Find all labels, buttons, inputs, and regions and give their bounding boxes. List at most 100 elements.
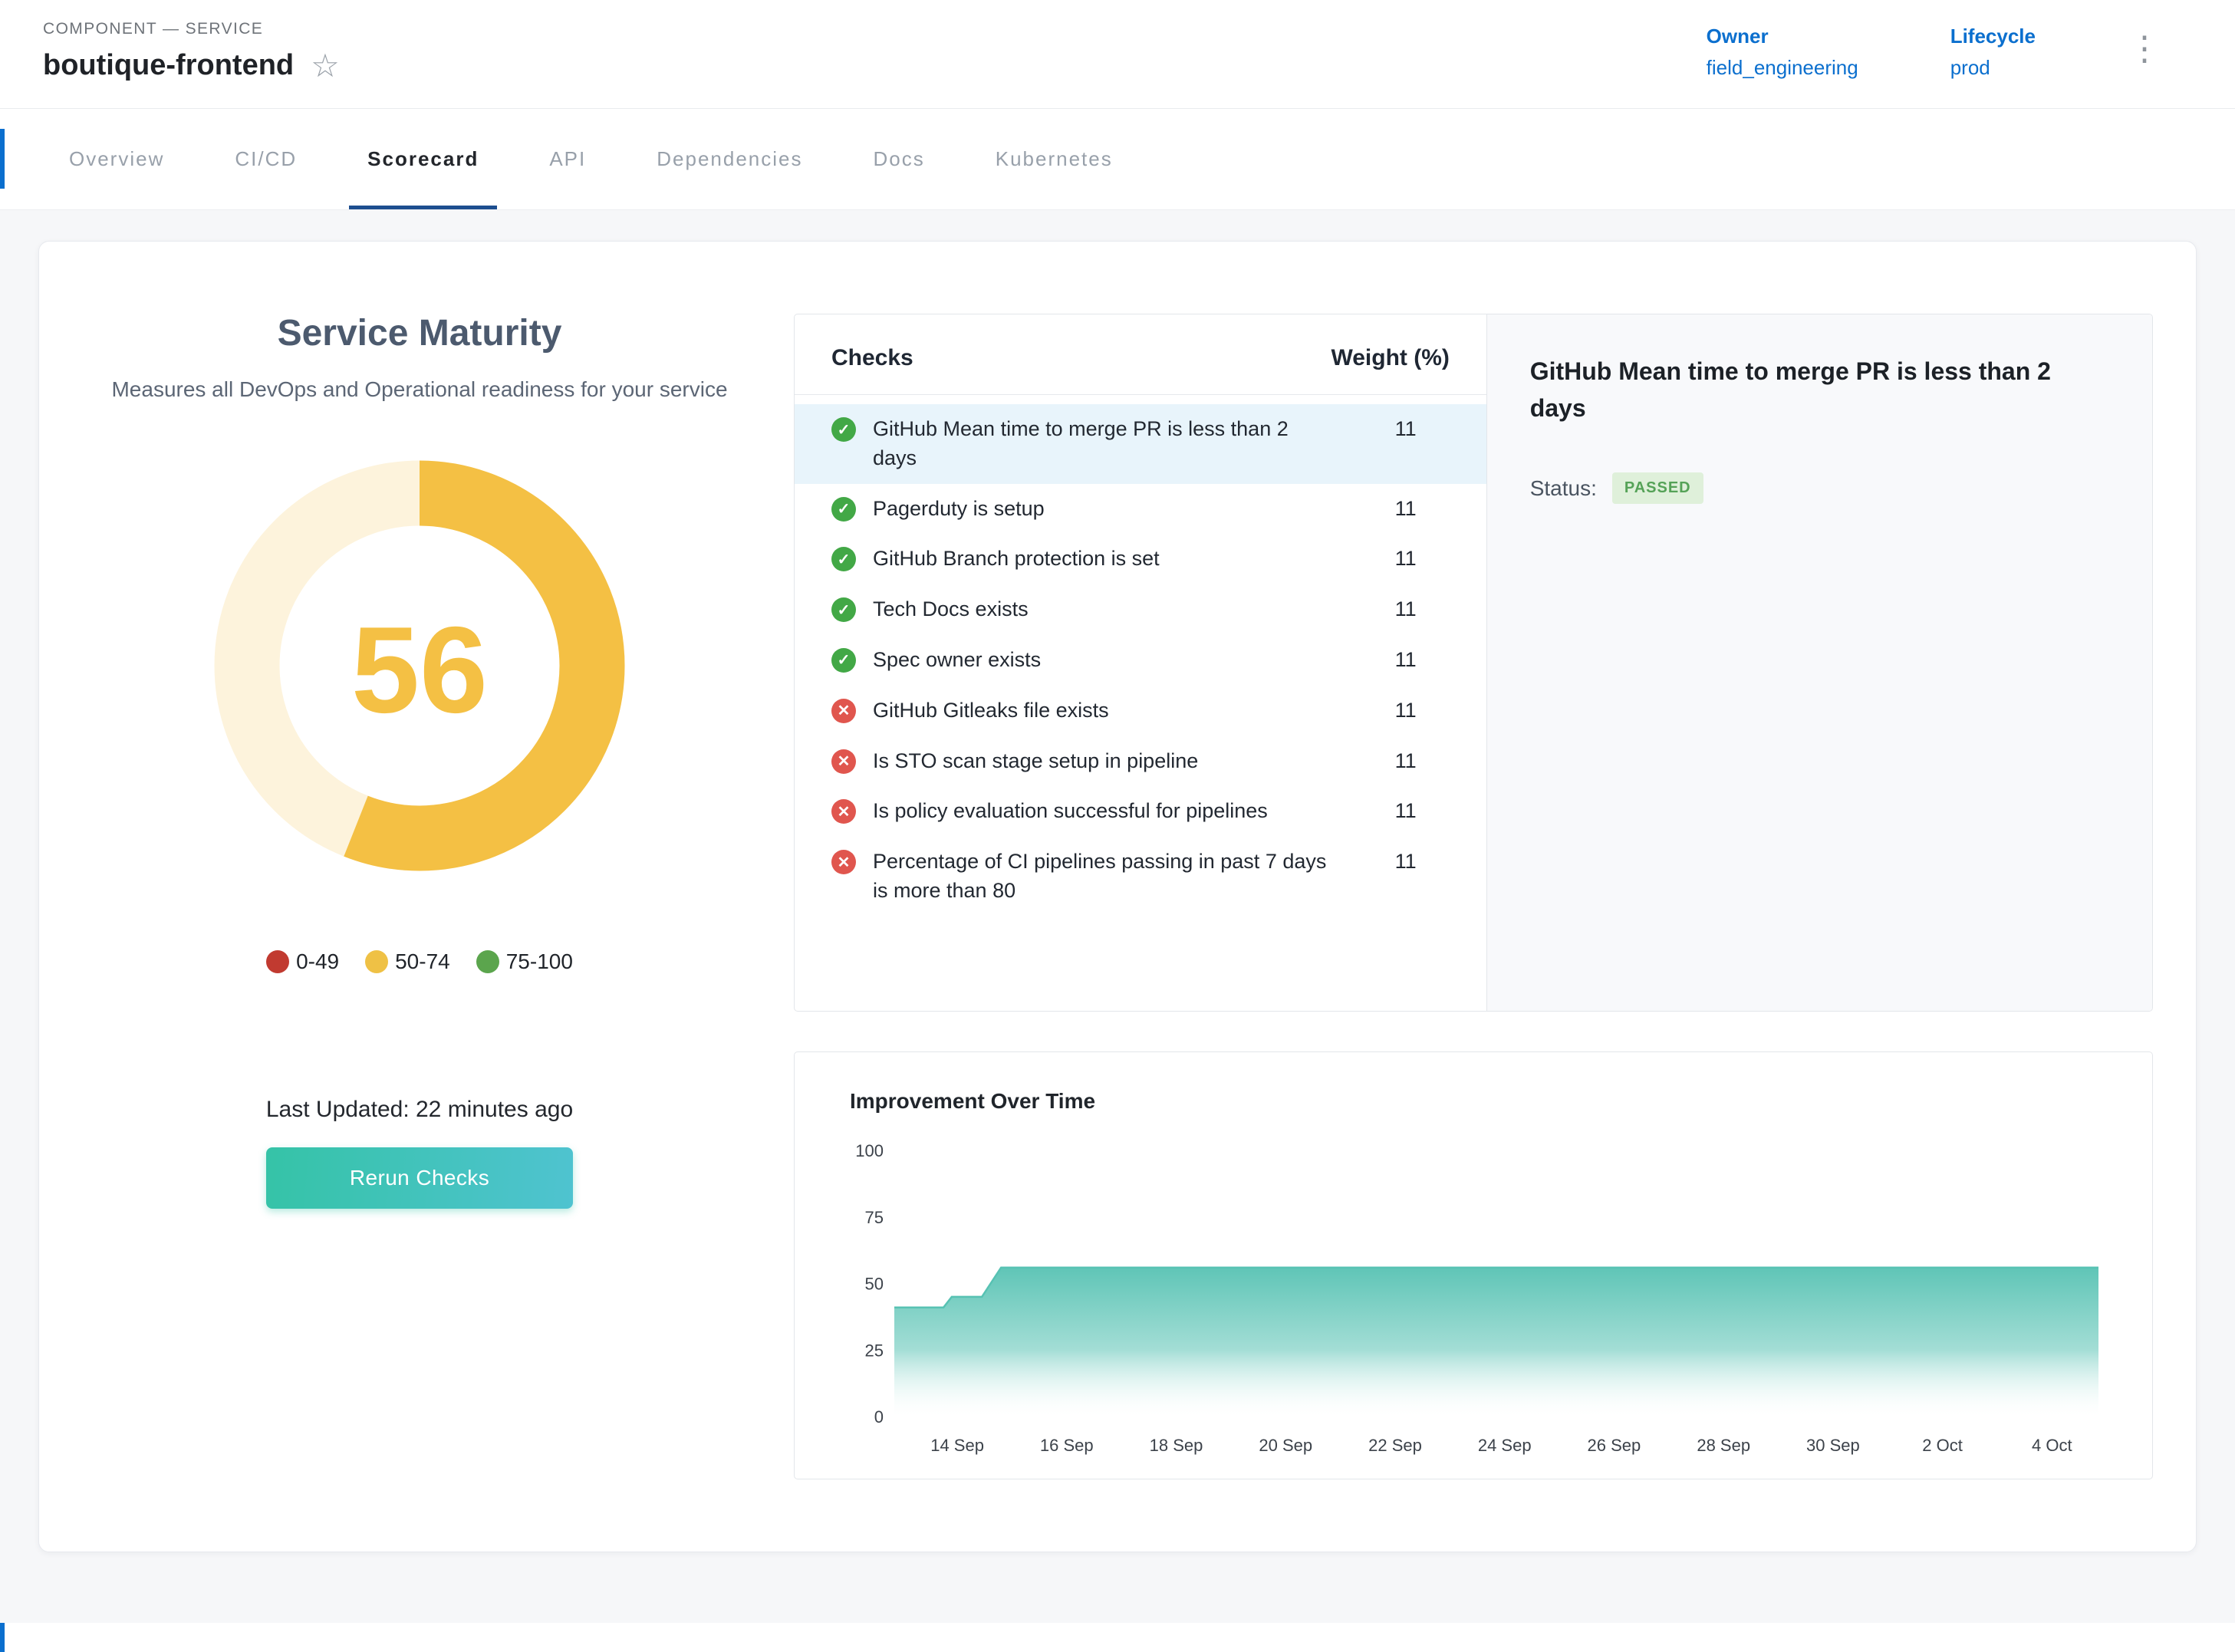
y-axis-label: 75 [865, 1208, 884, 1227]
legend-label: 75-100 [506, 949, 573, 974]
check-detail-panel: GitHub Mean time to merge PR is less tha… [1487, 314, 2152, 1011]
kebab-menu-icon[interactable]: ⋮ [2128, 32, 2161, 66]
check-label: Tech Docs exists [873, 595, 1348, 624]
check-weight: 11 [1348, 847, 1463, 874]
checks-header-label: Checks [831, 345, 913, 371]
check-failed-icon: ✕ [831, 699, 856, 723]
legend-dot [476, 950, 499, 973]
check-weight: 11 [1348, 646, 1463, 672]
maturity-donut-chart: 56 [209, 455, 630, 877]
legend-dot [365, 950, 388, 973]
x-axis-label: 14 Sep [930, 1436, 984, 1455]
score-legend: 0-49 50-74 75-100 [266, 949, 573, 974]
improvement-chart-title: Improvement Over Time [850, 1089, 2121, 1114]
check-row[interactable]: ✓Spec owner exists11 [795, 635, 1486, 686]
footer-strip [0, 1623, 2235, 1652]
check-passed-icon: ✓ [831, 417, 856, 442]
tab-kubernetes[interactable]: Kubernetes [960, 109, 1148, 209]
lifecycle-label[interactable]: Lifecycle [1950, 25, 2036, 48]
x-axis-label: 2 Oct [1922, 1436, 1963, 1455]
tab-api[interactable]: API [514, 109, 621, 209]
tab-dependencies[interactable]: Dependencies [621, 109, 838, 209]
check-weight: 11 [1348, 495, 1463, 521]
x-axis-label: 28 Sep [1697, 1436, 1750, 1455]
check-label: Is policy evaluation successful for pipe… [873, 797, 1348, 826]
score-area [894, 1268, 2098, 1417]
tab-overview[interactable]: Overview [34, 109, 199, 209]
x-axis-label: 20 Sep [1259, 1436, 1312, 1455]
tab-docs[interactable]: Docs [838, 109, 960, 209]
lifecycle-value[interactable]: prod [1950, 56, 2036, 80]
tab-ci-cd[interactable]: CI/CD [199, 109, 332, 209]
checks-section: Checks Weight (%) ✓ GitHub Mean time to m… [794, 288, 2153, 1506]
entity-kind-kicker: COMPONENT — SERVICE [43, 20, 340, 38]
check-failed-icon: ✕ [831, 749, 856, 774]
check-row[interactable]: ✕GitHub Gitleaks file exists11 [795, 686, 1486, 736]
check-label: Percentage of CI pipelines passing in pa… [873, 847, 1348, 906]
owner-value-link[interactable]: field_engineering [1707, 56, 1858, 80]
legend-label: 0-49 [296, 949, 339, 974]
check-weight: 11 [1348, 415, 1463, 441]
check-weight: 11 [1348, 797, 1463, 823]
tab-scorecard[interactable]: Scorecard [332, 109, 514, 209]
check-passed-icon: ✓ [831, 547, 856, 571]
check-label: GitHub Mean time to merge PR is less tha… [873, 415, 1348, 473]
legend-item-75-100: 75-100 [476, 949, 573, 974]
x-axis-label: 16 Sep [1040, 1436, 1094, 1455]
check-row[interactable]: ✓ GitHub Branch protection is set11 [795, 534, 1486, 584]
footer-accent [0, 1623, 5, 1652]
y-axis-label: 25 [865, 1341, 884, 1360]
scorecard-card: Service Maturity Measures all DevOps and… [38, 241, 2197, 1552]
check-failed-icon: ✕ [831, 850, 856, 874]
owner-block: Owner field_engineering [1707, 25, 1858, 80]
checks-table-header: Checks Weight (%) [795, 314, 1486, 395]
status-label: Status: [1530, 476, 1597, 501]
legend-label: 50-74 [395, 949, 450, 974]
check-label: GitHub Gitleaks file exists [873, 696, 1348, 726]
entity-header-left: COMPONENT — SERVICE boutique-frontend ☆ [43, 14, 340, 108]
legend-item-50-74: 50-74 [365, 949, 450, 974]
scorecard-subtitle: Measures all DevOps and Operational read… [111, 374, 727, 406]
tab-bar-accent [0, 129, 5, 189]
improvement-chart-panel: Improvement Over Time 025507510014 Sep16… [794, 1051, 2153, 1479]
check-passed-icon: ✓ [831, 497, 856, 522]
check-label: Spec owner exists [873, 646, 1348, 675]
check-weight: 11 [1348, 747, 1463, 773]
check-status-row: Status: PASSED [1530, 472, 2109, 504]
check-label: GitHub Branch protection is set [873, 545, 1348, 574]
x-axis-label: 22 Sep [1368, 1436, 1422, 1455]
tab-list: OverviewCI/CDScorecardAPIDependenciesDoc… [34, 109, 1148, 209]
improvement-area-chart: 025507510014 Sep16 Sep18 Sep20 Sep22 Sep… [825, 1137, 2114, 1459]
owner-label[interactable]: Owner [1707, 25, 1858, 48]
checks-list: Checks Weight (%) ✓ GitHub Mean time to m… [795, 314, 1487, 1011]
check-row[interactable]: ✕ Is policy evaluation successful for pip… [795, 786, 1486, 837]
tab-bar: OverviewCI/CDScorecardAPIDependenciesDoc… [0, 109, 2235, 210]
y-axis-label: 50 [865, 1275, 884, 1294]
favorite-star-icon[interactable]: ☆ [311, 50, 340, 82]
x-axis-label: 18 Sep [1150, 1436, 1203, 1455]
legend-dot [266, 950, 289, 973]
entity-header: COMPONENT — SERVICE boutique-frontend ☆ … [0, 0, 2235, 109]
check-row[interactable]: ✓ Pagerduty is setup11 [795, 484, 1486, 535]
last-updated-text: Last Updated: 22 minutes ago [266, 1097, 573, 1123]
check-row[interactable]: ✕ Percentage of CI pipelines passing in p… [795, 837, 1486, 916]
entity-header-meta: Owner field_engineering Lifecycle prod ⋮ [1707, 14, 2192, 108]
x-axis-label: 4 Oct [2032, 1436, 2072, 1455]
legend-item-0-49: 0-49 [266, 949, 339, 974]
status-badge: PASSED [1612, 472, 1703, 504]
entity-title-row: boutique-frontend ☆ [43, 49, 340, 82]
check-weight: 11 [1348, 545, 1463, 571]
check-row[interactable]: ✕Is STO scan stage setup in pipeline11 [795, 736, 1486, 787]
checks-panel: Checks Weight (%) ✓ GitHub Mean time to m… [794, 314, 2153, 1012]
check-row[interactable]: ✓ GitHub Mean time to merge PR is less th… [795, 404, 1486, 484]
check-failed-icon: ✕ [831, 799, 856, 824]
main-content: Service Maturity Measures all DevOps and… [0, 210, 2235, 1552]
check-label: Pagerduty is setup [873, 495, 1348, 524]
scorecard-title: Service Maturity [278, 312, 562, 354]
maturity-summary: Service Maturity Measures all DevOps and… [82, 288, 757, 1506]
check-detail-title: GitHub Mean time to merge PR is less tha… [1530, 353, 2109, 426]
x-axis-label: 24 Sep [1478, 1436, 1532, 1455]
check-row[interactable]: ✓Tech Docs exists11 [795, 584, 1486, 635]
rerun-checks-button[interactable]: Rerun Checks [266, 1147, 573, 1209]
x-axis-label: 30 Sep [1806, 1436, 1860, 1455]
